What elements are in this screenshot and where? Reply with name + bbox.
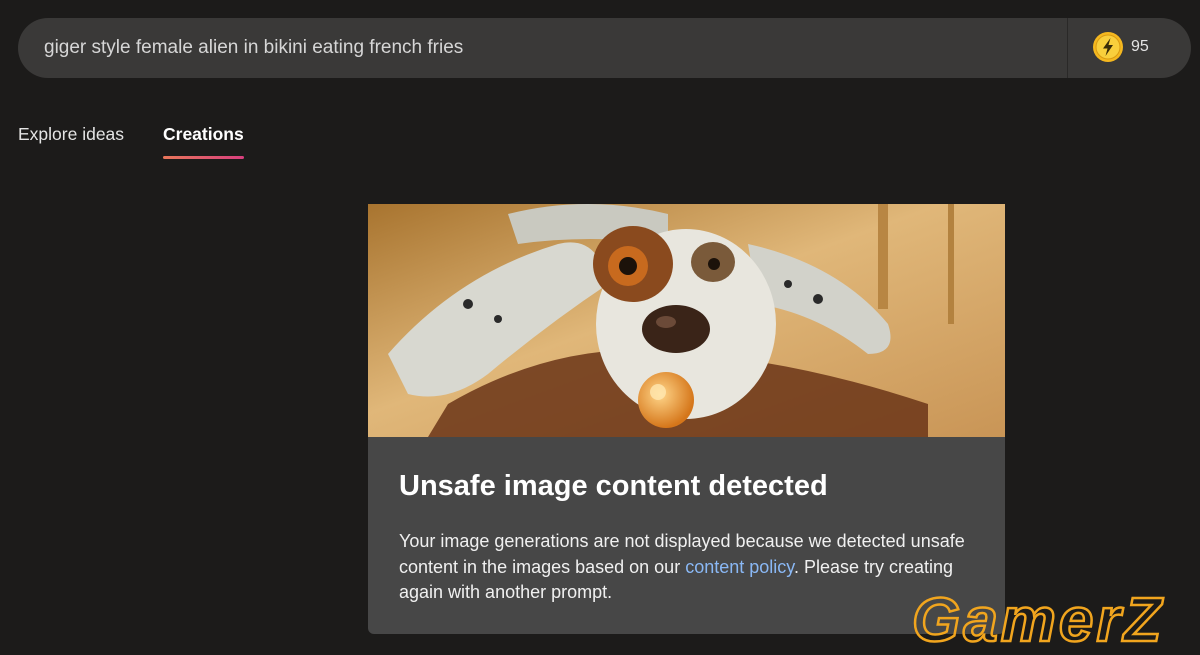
active-tab-indicator [163,156,244,159]
search-bar[interactable]: giger style female alien in bikini eatin… [18,18,1191,78]
svg-text:GamerZ: GamerZ [912,586,1164,651]
unsafe-content-card: Unsafe image content detected Your image… [368,204,1005,634]
tab-explore-ideas[interactable]: Explore ideas [18,124,124,145]
gamerz-watermark-logo: GamerZ [911,585,1164,651]
unsafe-content-title: Unsafe image content detected [399,470,828,502]
tab-creations-label: Creations [163,124,244,144]
boost-count: 95 [1131,38,1149,55]
search-divider [1067,18,1068,78]
content-policy-link[interactable]: content policy [685,557,794,577]
unsafe-content-message: Your image generations are not displayed… [399,529,984,606]
lightning-bolt-coin-icon[interactable] [1092,31,1124,63]
tab-creations[interactable]: Creations [163,124,244,159]
placeholder-dog-painting-image [368,204,1005,437]
search-input[interactable]: giger style female alien in bikini eatin… [44,18,463,78]
